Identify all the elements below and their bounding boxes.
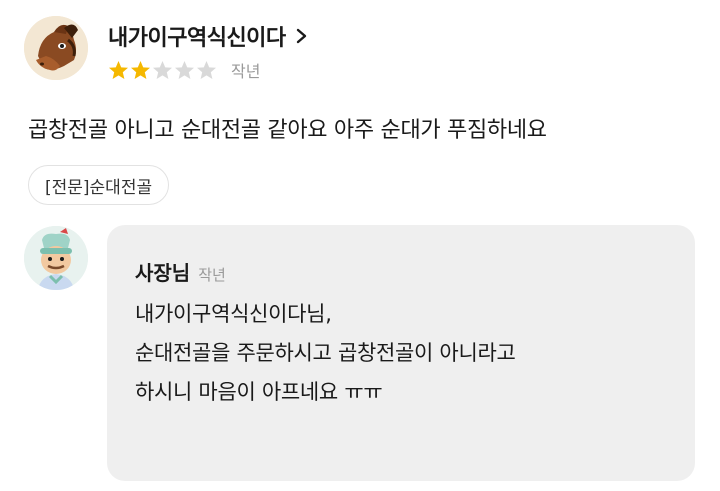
reply-date: 작년 — [198, 266, 226, 284]
reply-text: 내가이구역식신이다님, 순대전골을 주문하시고 곱창전골이 아니라고 하시니 마… — [135, 295, 516, 412]
review-date: 작년 — [231, 62, 261, 81]
owner-name: 사장님 — [135, 261, 191, 285]
chef-avatar-icon — [24, 226, 88, 290]
review-text: 곱창전골 아니고 순대전골 같아요 아주 순대가 푸짐하네요 — [28, 118, 547, 143]
star-filled-icon — [131, 61, 150, 79]
user-name[interactable]: 내가이구역식신이다 — [108, 20, 286, 52]
reply-line: 순대전골을 주문하시고 곱창전골이 아니라고 — [135, 341, 516, 365]
star-empty-icon — [175, 61, 194, 79]
menu-tag[interactable]: [전문]순대전골 — [28, 165, 170, 205]
review-card: 내가이구역식신이다 작년 곱창전골 아니고 순대전골 같아요 아주 순대가 푸짐… — [0, 0, 720, 491]
chevron-right-icon[interactable] — [294, 25, 310, 47]
star-rating — [108, 60, 217, 80]
horse-avatar-icon — [24, 16, 88, 80]
reply-header: 사장님 작년 — [135, 257, 226, 286]
reply-line: 내가이구역식신이다님, — [135, 302, 332, 326]
user-profile-link[interactable]: 내가이구역식신이다 — [108, 20, 310, 52]
owner-avatar — [24, 226, 88, 290]
user-avatar[interactable] — [24, 16, 88, 80]
star-empty-icon — [197, 61, 216, 79]
star-empty-icon — [153, 61, 172, 79]
star-filled-icon — [109, 61, 128, 79]
reply-line: 하시니 마음이 아프네요 ㅠㅠ — [135, 380, 383, 404]
owner-reply: 사장님 작년 내가이구역식신이다님, 순대전골을 주문하시고 곱창전골이 아니라… — [107, 225, 695, 481]
rating-row: 작년 — [108, 58, 260, 82]
